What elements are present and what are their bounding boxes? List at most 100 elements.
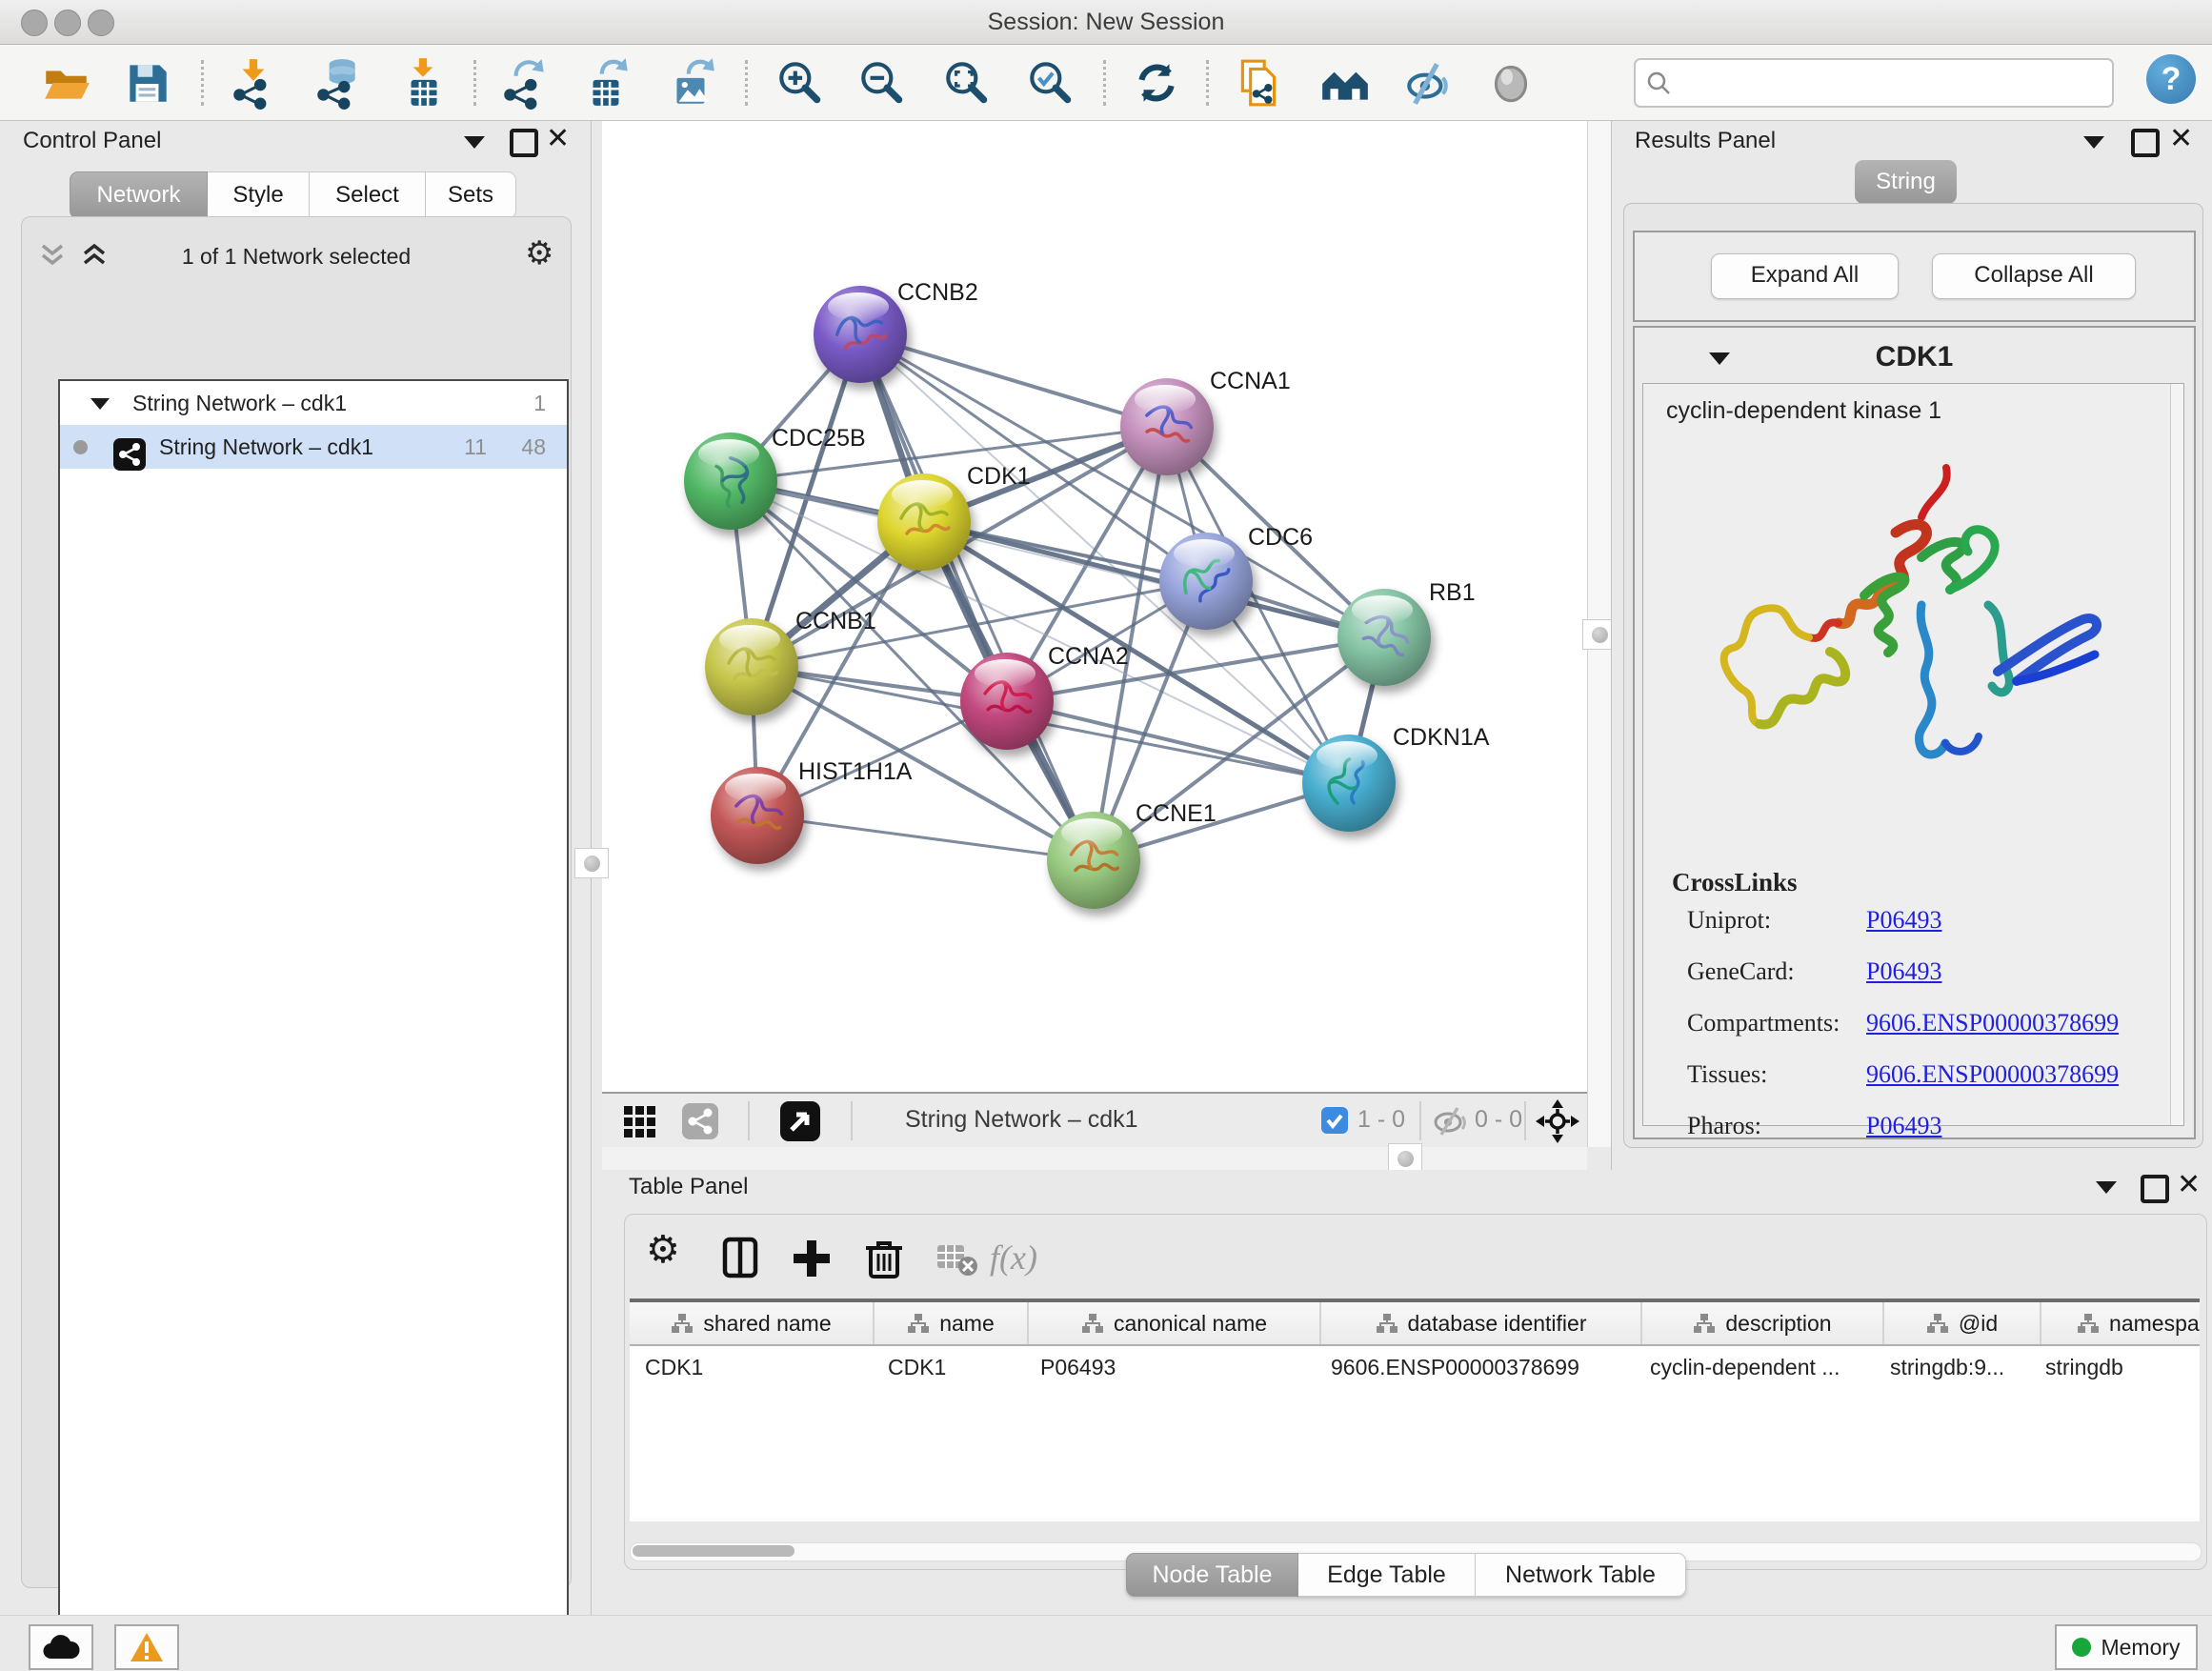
export-table-button[interactable]: [580, 56, 633, 110]
network-collection-row[interactable]: String Network – cdk1 1: [60, 381, 567, 425]
network-node-RB1[interactable]: RB1: [1337, 579, 1476, 686]
network-node-CCNA1[interactable]: CCNA1: [1120, 368, 1291, 475]
control-panel-menu-icon[interactable]: [464, 136, 485, 153]
tab-sets[interactable]: Sets: [426, 171, 516, 219]
memory-button[interactable]: Memory: [2055, 1624, 2198, 1670]
tab-style[interactable]: Style: [208, 171, 310, 219]
zoom-in-button[interactable]: [774, 56, 827, 110]
search-input[interactable]: [1634, 58, 2114, 108]
graphics-details-button[interactable]: [1484, 56, 1538, 110]
network-node-CCNB1[interactable]: CCNB1: [705, 608, 876, 715]
table-panel-float-icon[interactable]: [2141, 1175, 2169, 1208]
network-tab-panel: 1 of 1 Network selected ⚙ String Network…: [21, 216, 572, 1588]
open-session-button[interactable]: [40, 56, 93, 110]
network-view-toolbar: String Network – cdk1 1 - 0 0 - 0: [602, 1092, 1587, 1149]
table-cell[interactable]: 9606.ENSP00000378699: [1316, 1355, 1635, 1380]
delete-table-icon[interactable]: [934, 1236, 979, 1281]
network-node-HIST1H1A[interactable]: HIST1H1A: [711, 758, 913, 864]
crosslink-link[interactable]: P06493: [1866, 906, 1941, 935]
table-panel-menu-icon[interactable]: [2096, 1181, 2117, 1198]
current-network-title: String Network – cdk1: [905, 1106, 1138, 1134]
string-import-button[interactable]: [1233, 56, 1286, 110]
tab-select[interactable]: Select: [310, 171, 426, 219]
hidden-eye-icon[interactable]: [1433, 1106, 1467, 1137]
crosslink-link[interactable]: P06493: [1866, 957, 1941, 986]
export-image-button[interactable]: [665, 56, 718, 110]
tab-network[interactable]: Network: [70, 171, 208, 219]
import-network-file-button[interactable]: [228, 56, 281, 110]
network-edge-count: 48: [521, 425, 546, 469]
grid-view-icon[interactable]: [623, 1105, 657, 1139]
homology-button[interactable]: [1318, 56, 1372, 110]
table-cell[interactable]: stringdb:9...: [1875, 1355, 2030, 1380]
crosslink-link[interactable]: P06493: [1866, 1112, 1941, 1140]
scroll-thumb[interactable]: [633, 1545, 794, 1557]
zoom-selected-button[interactable]: [1024, 56, 1077, 110]
add-column-icon[interactable]: [789, 1236, 835, 1281]
function-builder-icon[interactable]: f(x): [990, 1238, 1076, 1283]
table-cell[interactable]: cyclin-dependent ...: [1635, 1355, 1875, 1380]
network-options-gear-icon[interactable]: ⚙: [525, 234, 553, 272]
tab-network-table[interactable]: Network Table: [1476, 1553, 1686, 1597]
column-header--id[interactable]: @id: [1884, 1302, 2041, 1344]
export-network-button[interactable]: [498, 56, 552, 110]
crosslink-link[interactable]: 9606.ENSP00000378699: [1866, 1009, 2119, 1037]
table-cell[interactable]: stringdb: [2030, 1355, 2200, 1380]
control-panel-close-icon[interactable]: ✕: [546, 129, 570, 152]
toolbar-separator: [1103, 60, 1106, 106]
column-header-canonical-name[interactable]: canonical name: [1029, 1302, 1321, 1344]
table-splitter[interactable]: [602, 1147, 1587, 1170]
zoom-out-button[interactable]: [855, 56, 909, 110]
gene-scrollbar[interactable]: [2170, 384, 2183, 1125]
control-panel-float-icon[interactable]: [510, 129, 538, 162]
column-header-description[interactable]: description: [1642, 1302, 1884, 1344]
warning-status-button[interactable]: [114, 1624, 179, 1670]
table-cell[interactable]: CDK1: [630, 1355, 873, 1380]
column-header-namespace[interactable]: namespace: [2041, 1302, 2200, 1344]
delete-column-icon[interactable]: [861, 1236, 907, 1281]
crosslink-link[interactable]: 9606.ENSP00000378699: [1866, 1060, 2119, 1089]
main-toolbar: ?: [0, 45, 2212, 121]
tab-node-table[interactable]: Node Table: [1126, 1553, 1298, 1597]
import-network-database-button[interactable]: [312, 56, 365, 110]
cloud-status-button[interactable]: [29, 1624, 93, 1670]
network-type-icon: [113, 438, 146, 471]
network-node-CCNA2[interactable]: CCNA2: [960, 643, 1129, 750]
network-share-icon[interactable]: [682, 1103, 718, 1139]
apply-layout-button[interactable]: [1130, 56, 1183, 110]
pan-crosshair-icon[interactable]: [1536, 1099, 1579, 1143]
import-database-icon: [312, 56, 365, 110]
column-header-database-identifier[interactable]: database identifier: [1321, 1302, 1642, 1344]
network-node-CDKN1A[interactable]: CDKN1A: [1302, 724, 1490, 832]
table-gear-icon[interactable]: ⚙: [646, 1228, 692, 1274]
results-panel-menu-icon[interactable]: [2083, 136, 2104, 153]
zoom-fit-button[interactable]: [940, 56, 994, 110]
column-header-shared-name[interactable]: shared name: [630, 1302, 875, 1344]
table-panel-close-icon[interactable]: ✕: [2177, 1175, 2201, 1198]
import-table-button[interactable]: [396, 56, 450, 110]
crosslink-row: Tissues: 9606.ENSP00000378699: [1659, 1060, 2173, 1112]
table-cell[interactable]: P06493: [1025, 1355, 1316, 1380]
results-splitter[interactable]: [1587, 121, 1612, 1147]
control-splitter-grip[interactable]: [574, 848, 609, 878]
selected-checkbox-icon[interactable]: [1321, 1107, 1348, 1134]
birds-eye-view-icon[interactable]: [780, 1101, 820, 1141]
toolbar-separator: [1206, 60, 1209, 106]
network-canvas[interactable]: CCNB2CCNA1CDC25BCDK1CDC6RB1CCNB1CCNA2CDK…: [602, 121, 1587, 1092]
select-columns-icon[interactable]: [718, 1236, 764, 1281]
column-header-name[interactable]: name: [875, 1302, 1029, 1344]
network-row-selected[interactable]: String Network – cdk1 11 48: [60, 425, 567, 469]
collection-expand-icon[interactable]: [90, 398, 110, 410]
help-button[interactable]: ?: [2146, 54, 2196, 104]
results-panel-close-icon[interactable]: ✕: [2169, 129, 2193, 152]
node-table[interactable]: shared name name canonical name database…: [630, 1299, 2200, 1521]
save-session-button[interactable]: [121, 56, 174, 110]
table-row[interactable]: CDK1CDK1P064939606.ENSP00000378699cyclin…: [630, 1346, 2200, 1388]
collapse-all-button[interactable]: Collapse All: [1932, 253, 2136, 299]
table-cell[interactable]: CDK1: [873, 1355, 1025, 1380]
tab-edge-table[interactable]: Edge Table: [1298, 1553, 1476, 1597]
hide-unhide-button[interactable]: [1401, 56, 1455, 110]
expand-all-button[interactable]: Expand All: [1711, 253, 1899, 299]
results-panel-float-icon[interactable]: [2131, 129, 2160, 162]
tab-string[interactable]: String: [1855, 160, 1957, 204]
